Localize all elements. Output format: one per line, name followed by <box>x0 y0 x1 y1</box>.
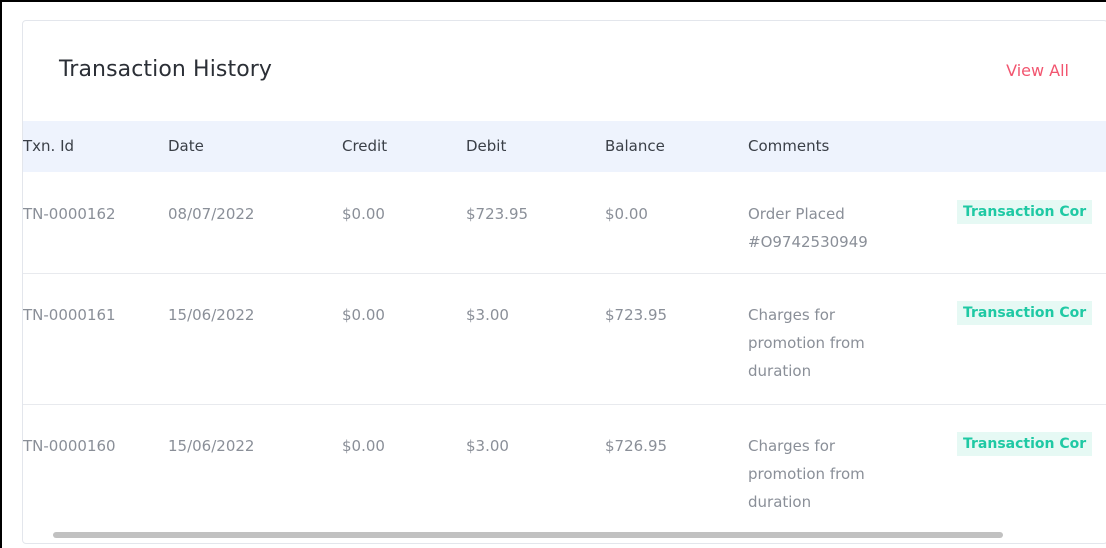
column-header-balance: Balance <box>605 137 665 155</box>
cell-date: 08/07/2022 <box>168 205 255 223</box>
cell-debit: $3.00 <box>466 437 509 455</box>
column-header-txn-id: Txn. Id <box>23 137 75 155</box>
cell-comments: Charges for promotion from duration <box>748 437 865 511</box>
cell-comments: Charges for promotion from duration <box>748 306 865 380</box>
cell-balance: $0.00 <box>605 205 648 223</box>
cell-comments: Order Placed #O9742530949 <box>748 205 868 251</box>
horizontal-scrollbar[interactable] <box>53 532 1103 538</box>
table-header-row: Txn. Id Date Credit Debit Balance Commen… <box>23 121 1106 172</box>
column-header-credit: Credit <box>342 137 388 155</box>
cell-debit: $3.00 <box>466 306 509 324</box>
card-title: Transaction History <box>59 57 273 82</box>
scrollbar-thumb[interactable] <box>53 532 1003 538</box>
table-row: TN-0000161 15/06/2022 $0.00 $3.00 $723.9… <box>23 273 1106 405</box>
cell-balance: $726.95 <box>605 437 668 455</box>
column-header-comments: Comments <box>748 137 830 155</box>
cell-date: 15/06/2022 <box>168 437 255 455</box>
cell-date: 15/06/2022 <box>168 306 255 324</box>
cell-txn-id: TN-0000161 <box>23 306 116 324</box>
column-header-debit: Debit <box>466 137 507 155</box>
cell-txn-id: TN-0000160 <box>23 437 116 455</box>
column-header-date: Date <box>168 137 204 155</box>
cell-credit: $0.00 <box>342 205 385 223</box>
transaction-history-card: Transaction History View All Txn. Id Dat… <box>22 20 1106 544</box>
view-all-link[interactable]: View All <box>1006 61 1069 80</box>
status-badge: Transaction Cor <box>957 200 1093 224</box>
status-badge: Transaction Cor <box>957 301 1093 325</box>
cell-credit: $0.00 <box>342 437 385 455</box>
cell-debit: $723.95 <box>466 205 529 223</box>
cell-balance: $723.95 <box>605 306 668 324</box>
status-badge: Transaction Cor <box>957 432 1093 456</box>
cell-credit: $0.00 <box>342 306 385 324</box>
cell-txn-id: TN-0000162 <box>23 205 116 223</box>
table-row: TN-0000160 15/06/2022 $0.00 $3.00 $726.9… <box>23 404 1106 534</box>
table-row: TN-0000162 08/07/2022 $0.00 $723.95 $0.0… <box>23 172 1106 274</box>
